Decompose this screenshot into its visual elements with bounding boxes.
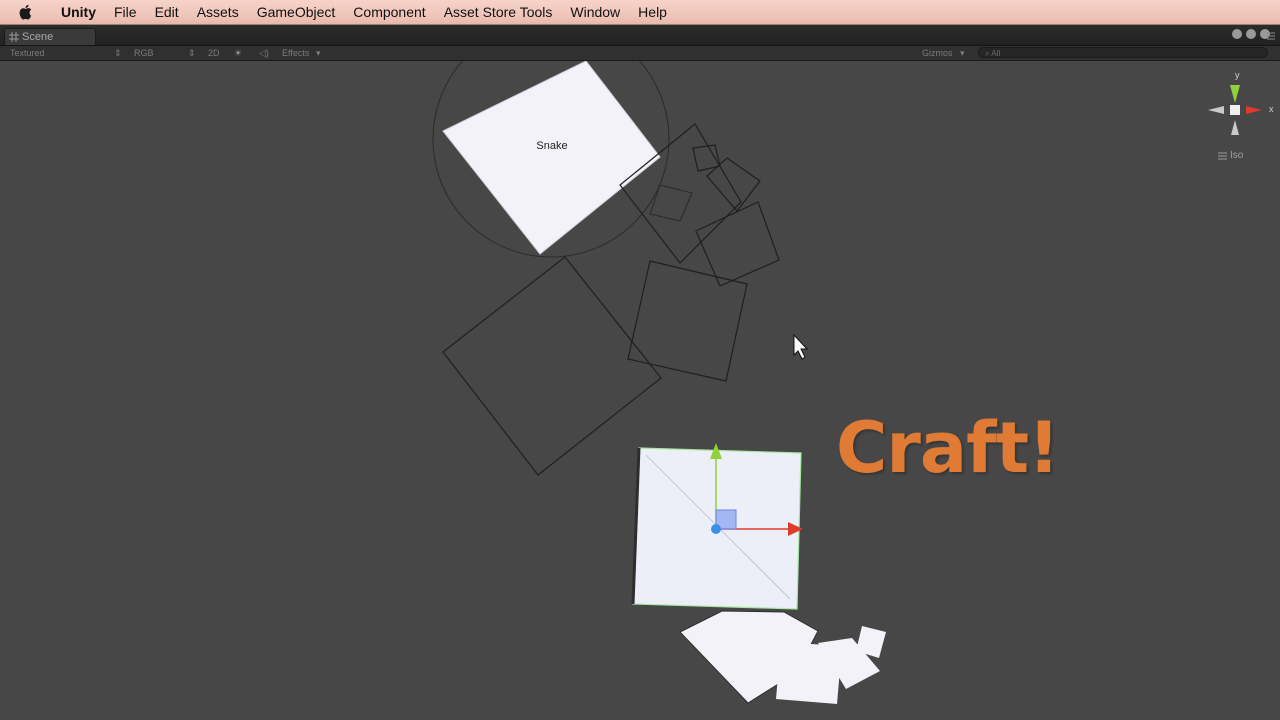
- mouse-cursor-icon: [793, 333, 809, 360]
- audio-icon[interactable]: ◁): [259, 46, 269, 60]
- dropdown-arrow-icon: ⇕: [188, 48, 196, 58]
- chain-link-outline[interactable]: [706, 157, 761, 212]
- chain-link-outline[interactable]: [695, 201, 780, 287]
- apple-icon[interactable]: [0, 4, 52, 20]
- projection-label: Iso: [1230, 150, 1244, 161]
- menu-lines-icon[interactable]: [1266, 30, 1276, 40]
- menu-file[interactable]: File: [105, 4, 146, 20]
- scene-canvas[interactable]: [0, 61, 1280, 720]
- render-mode-dropdown[interactable]: Textured: [10, 46, 45, 60]
- menu-gameobject[interactable]: GameObject: [248, 4, 345, 20]
- tab-scene[interactable]: Scene: [4, 28, 96, 45]
- gizmo-y-cone-icon[interactable]: [1230, 85, 1240, 103]
- menu-help[interactable]: Help: [629, 4, 676, 20]
- gizmo-center-cube[interactable]: [1230, 105, 1240, 115]
- window-controls: [1232, 29, 1270, 39]
- gizmo-x-cone-icon[interactable]: [1246, 106, 1262, 114]
- axis-x-label: x: [1269, 104, 1274, 114]
- lighting-icon[interactable]: ☀: [234, 46, 242, 60]
- dropdown-arrow-icon: ▾: [960, 48, 965, 58]
- menu-lines-icon: [1218, 152, 1227, 159]
- search-input[interactable]: ⌕ All: [978, 47, 1268, 58]
- menu-window[interactable]: Window: [561, 4, 629, 20]
- menu-asset-store-tools[interactable]: Asset Store Tools: [435, 4, 562, 20]
- window-button-icon[interactable]: [1232, 29, 1242, 39]
- chain-link-outline[interactable]: [627, 260, 748, 382]
- orientation-gizmo[interactable]: [1208, 85, 1262, 135]
- menu-bar: Unity File Edit Assets GameObject Compon…: [0, 0, 1280, 25]
- gizmos-dropdown[interactable]: Gizmos: [922, 46, 953, 60]
- snake-square[interactable]: [442, 61, 661, 255]
- mode-2d-toggle[interactable]: 2D: [208, 46, 220, 60]
- dropdown-arrow-icon: ▾: [316, 48, 321, 58]
- color-mode-dropdown[interactable]: RGB: [134, 46, 154, 60]
- gizmo-neg-x-cone-icon[interactable]: [1208, 106, 1224, 114]
- large-square-outline[interactable]: [442, 256, 662, 476]
- snake-label: Snake: [536, 140, 568, 152]
- scene-toolbar: Textured ⇕ RGB ⇕ 2D ☀ ◁) Effects ▾ Gizmo…: [0, 46, 1280, 61]
- search-icon: ⌕: [985, 49, 990, 58]
- tab-strip: Scene: [0, 25, 1280, 46]
- window-button-icon[interactable]: [1246, 29, 1256, 39]
- search-placeholder: All: [991, 49, 1001, 58]
- projection-toggle[interactable]: Iso: [1218, 150, 1243, 161]
- menu-unity[interactable]: Unity: [52, 4, 105, 20]
- dropdown-arrow-icon: ⇕: [114, 48, 122, 58]
- grid-icon: [9, 32, 19, 42]
- gizmo-pivot[interactable]: [711, 524, 721, 534]
- axis-y-label: y: [1235, 70, 1240, 80]
- scene-view[interactable]: Snake Craft! y x Iso: [0, 61, 1280, 720]
- menu-component[interactable]: Component: [344, 4, 434, 20]
- chain-link-outline[interactable]: [649, 184, 693, 222]
- tab-scene-label: Scene: [22, 31, 54, 43]
- gizmo-neg-y-cone-icon[interactable]: [1231, 120, 1239, 135]
- menu-edit[interactable]: Edit: [146, 4, 188, 20]
- craft-overlay-text: Craft!: [836, 407, 1060, 489]
- chain-link-outline[interactable]: [692, 144, 721, 172]
- menu-assets[interactable]: Assets: [188, 4, 248, 20]
- effects-dropdown[interactable]: Effects: [282, 46, 309, 60]
